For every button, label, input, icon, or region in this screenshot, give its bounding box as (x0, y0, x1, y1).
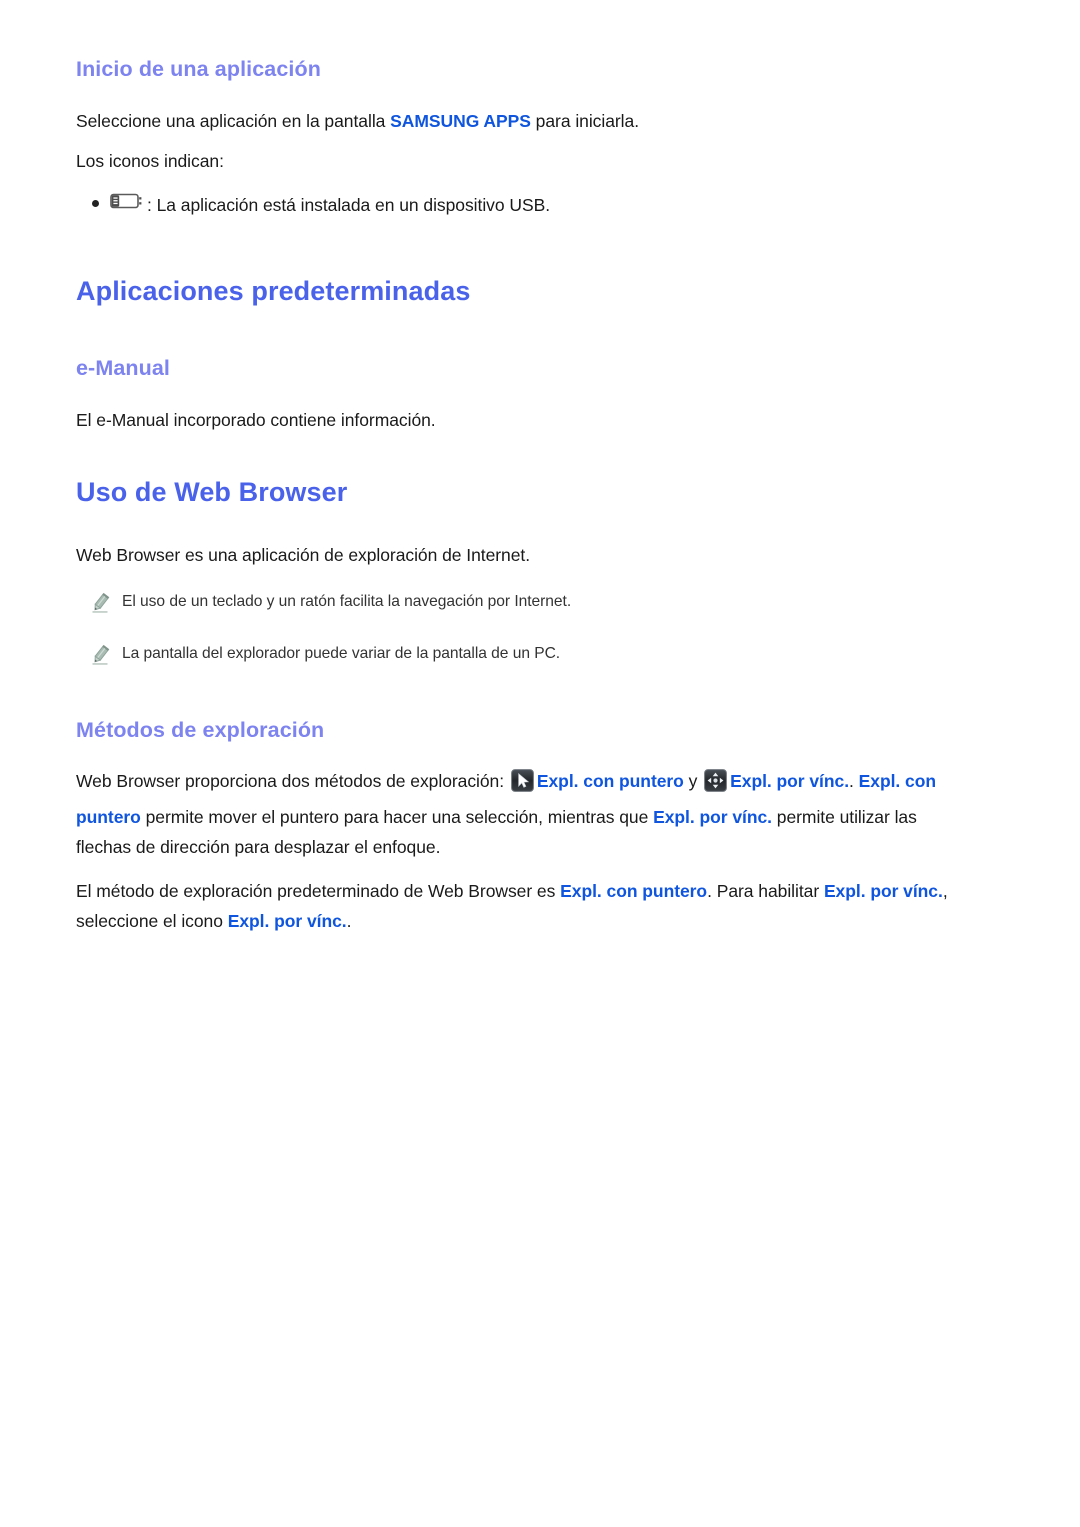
paragraph-web-browser-intro: Web Browser es una aplicación de explora… (76, 545, 531, 566)
list-item-body: : La aplicación está instalada en un dis… (102, 190, 952, 220)
usb-device-icon (102, 190, 146, 220)
note-item: La pantalla del explorador puede variar … (76, 641, 952, 671)
pencil-icon (76, 589, 122, 619)
text-fragment: . (346, 910, 352, 931)
text-fragment: para iniciarla. (530, 110, 640, 131)
text-fragment: . Para habilitar (707, 880, 824, 901)
pointer-cursor-icon (510, 769, 534, 801)
highlight-expl-por-vinc: Expl. por vínc. (227, 910, 347, 931)
paragraph-app-start: Seleccione una aplicación en la pantalla… (76, 106, 952, 136)
text-fragment: y (683, 771, 703, 792)
highlight-samsung-apps: SAMSUNG APPS (390, 110, 531, 131)
note-text: El uso de un teclado y un ratón facilita… (122, 592, 572, 610)
text-fragment: . (849, 771, 859, 792)
document-page: Inicio de una aplicación Seleccione una … (0, 0, 1080, 1527)
paragraph-icons-indicate: Los iconos indican: (76, 151, 224, 172)
section-heading-e-manual: e-Manual (76, 356, 170, 381)
highlight-expl-con-puntero: Expl. con puntero (560, 880, 708, 901)
section-heading-default-apps: Aplicaciones predeterminadas (76, 276, 471, 307)
section-heading-web-browser: Uso de Web Browser (76, 477, 348, 508)
paragraph-e-manual: El e-Manual incorporado contiene informa… (76, 410, 436, 431)
text-fragment: permite mover el puntero para hacer una … (140, 806, 654, 827)
highlight-expl-con-puntero: Expl. con puntero (536, 771, 684, 792)
dpad-arrows-icon (704, 769, 728, 801)
text-fragment: Seleccione una aplicación en la pantalla (76, 110, 391, 131)
highlight-expl-por-vinc: Expl. por vínc. (653, 806, 772, 827)
list-item-label: : La aplicación está instalada en un dis… (147, 195, 551, 216)
paragraph-browse-methods-2: El método de exploración predeterminado … (76, 876, 952, 936)
pencil-icon (76, 641, 122, 671)
highlight-expl-por-vinc: Expl. por vínc. (823, 880, 943, 901)
paragraph-browse-methods-1: Web Browser proporciona dos métodos de e… (76, 766, 952, 861)
text-fragment: Web Browser proporciona dos métodos de e… (76, 771, 509, 792)
note-item: El uso de un teclado y un ratón facilita… (76, 589, 952, 619)
bullet-marker (76, 186, 102, 216)
note-text: La pantalla del explorador puede variar … (122, 644, 561, 662)
highlight-expl-por-vinc: Expl. por vínc. (730, 771, 850, 792)
section-heading-browse-methods: Métodos de exploración (76, 717, 325, 742)
section-heading-app-start: Inicio de una aplicación (76, 57, 321, 81)
list-item: : La aplicación está instalada en un dis… (76, 190, 952, 220)
text-fragment: El método de exploración predeterminado … (76, 880, 561, 901)
